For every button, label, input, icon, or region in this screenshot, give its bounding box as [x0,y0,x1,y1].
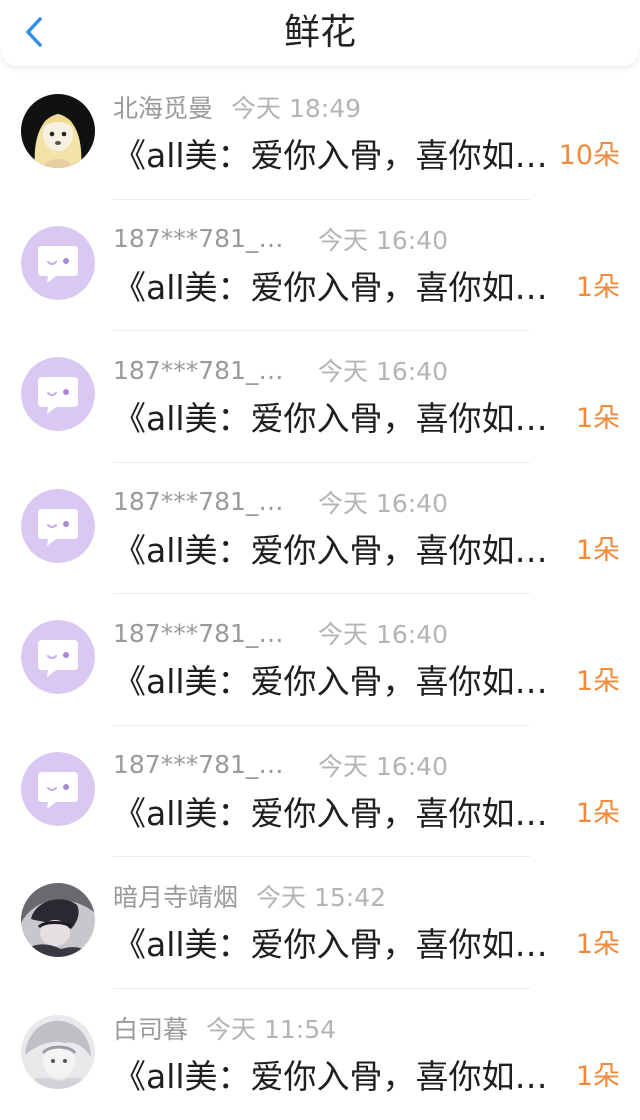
default-chat-avatar[interactable] [21,226,95,300]
sender-line: 187***781_5... 今天 16:40 [113,353,448,387]
flower-count: 1朵 [576,1055,620,1099]
default-chat-avatar[interactable] [21,620,95,694]
flower-count: 1朵 [576,529,620,573]
timestamp: 今天 16:40 [318,484,448,520]
flower-count: 1朵 [576,266,620,310]
book-title: 《all美：爱你入骨，喜你如命》 [113,1055,558,1099]
sender-line: 187***781_5... 今天 16:40 [113,616,448,650]
page-title: 鲜花 [0,10,640,56]
list-item[interactable]: 187***781_5... 今天 16:40 《all美：爱你入骨，喜你如命》… [0,726,640,858]
list-item[interactable]: 北海觅曼 今天 18:49 《all美：爱你入骨，喜你如命》 10朵 [0,68,640,200]
book-title: 《all美：爱你入骨，喜你如命》 [113,134,558,178]
sender-line: 北海觅曼 今天 18:49 [113,90,361,124]
book-title: 《all美：爱你入骨，喜你如命》 [113,792,558,836]
white-haired-boy-avatar[interactable] [21,1015,95,1089]
sender-line: 187***781_5... 今天 16:40 [113,485,448,519]
sender-line: 187***781_5... 今天 16:40 [113,222,448,256]
book-title: 《all美：爱你入骨，喜你如命》 [113,660,558,704]
list-item[interactable]: 暗月寺靖烟 今天 15:42 《all美：爱你入骨，喜你如命》 1朵 [0,857,640,989]
timestamp: 今天 15:42 [256,878,386,914]
sender-name: 187***781_5... [113,750,288,779]
flower-count: 10朵 [559,134,620,178]
book-title: 《all美：爱你入骨，喜你如命》 [113,266,558,310]
dark-haired-boy-avatar[interactable] [21,883,95,957]
default-chat-avatar[interactable] [21,489,95,563]
sender-name: 白司暮 [113,1010,188,1046]
top-nav-bar: 鲜花 [0,0,640,66]
timestamp: 今天 16:40 [318,615,448,651]
sender-name: 北海觅曼 [113,89,213,125]
list-item[interactable]: 白司暮 今天 11:54 《all美：爱你入骨，喜你如命》 1朵 [0,989,640,1120]
sender-line: 白司暮 今天 11:54 [113,1011,336,1045]
sender-line: 187***781_5... 今天 16:40 [113,748,448,782]
flower-count: 1朵 [576,660,620,704]
timestamp: 今天 11:54 [206,1010,336,1046]
default-chat-avatar[interactable] [21,752,95,826]
flower-count: 1朵 [576,397,620,441]
list-item[interactable]: 187***781_5... 今天 16:40 《all美：爱你入骨，喜你如命》… [0,463,640,595]
sender-name: 187***781_5... [113,224,288,253]
timestamp: 今天 16:40 [318,221,448,257]
book-title: 《all美：爱你入骨，喜你如命》 [113,529,558,573]
list-item[interactable]: 187***781_5... 今天 16:40 《all美：爱你入骨，喜你如命》… [0,594,640,726]
sender-name: 187***781_5... [113,356,288,385]
book-title: 《all美：爱你入骨，喜你如命》 [113,397,558,441]
flower-count: 1朵 [576,792,620,836]
book-title: 《all美：爱你入骨，喜你如命》 [113,923,558,967]
timestamp: 今天 16:40 [318,747,448,783]
list-item[interactable]: 187***781_5... 今天 16:40 《all美：爱你入骨，喜你如命》… [0,200,640,332]
sender-name: 187***781_5... [113,619,288,648]
timestamp: 今天 18:49 [231,89,361,125]
timestamp: 今天 16:40 [318,352,448,388]
list-item[interactable]: 187***781_5... 今天 16:40 《all美：爱你入骨，喜你如命》… [0,331,640,463]
sender-line: 暗月寺靖烟 今天 15:42 [113,879,386,913]
sender-name: 暗月寺靖烟 [113,878,238,914]
default-chat-avatar[interactable] [21,357,95,431]
sender-name: 187***781_5... [113,487,288,516]
illustrated-girl-avatar[interactable] [21,94,95,168]
flower-list: 北海觅曼 今天 18:49 《all美：爱你入骨，喜你如命》 10朵 187**… [0,68,640,1120]
flower-count: 1朵 [576,923,620,967]
